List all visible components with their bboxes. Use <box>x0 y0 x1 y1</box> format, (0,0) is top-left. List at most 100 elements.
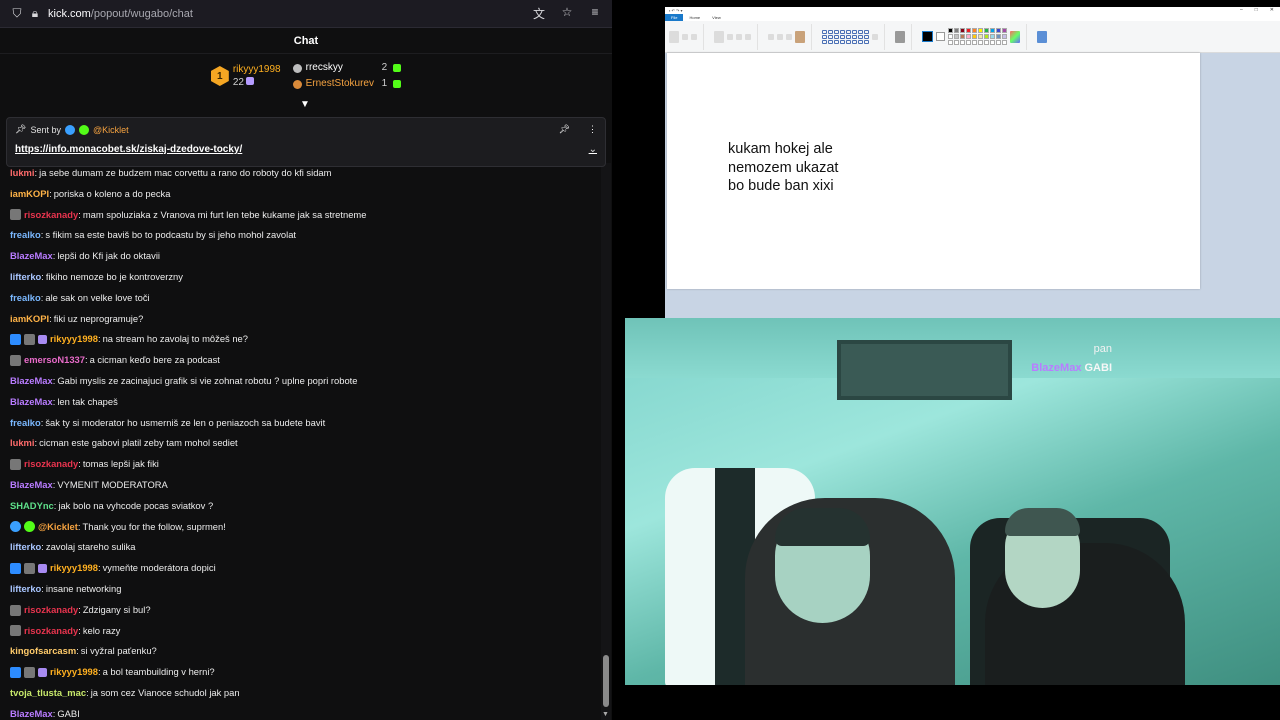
palette-swatch[interactable] <box>972 28 977 33</box>
bookmark-star-icon[interactable]: ☆ <box>558 5 576 22</box>
pencil-icon[interactable] <box>768 33 774 40</box>
palette-swatch[interactable] <box>1002 28 1007 33</box>
palette-swatch[interactable] <box>966 40 971 45</box>
chat-username[interactable]: risozkanady <box>24 205 78 226</box>
chat-username[interactable]: rikyyy1998 <box>50 662 98 683</box>
chat-username[interactable]: risozkanady <box>24 621 78 642</box>
close-icon[interactable]: ✕ <box>1270 7 1274 13</box>
palette-swatch[interactable] <box>978 34 983 39</box>
palette-swatch[interactable] <box>984 40 989 45</box>
chat-username[interactable]: emersoN1337 <box>24 350 85 371</box>
chat-username[interactable]: BlazeMax <box>10 475 53 496</box>
select-icon[interactable] <box>714 30 724 43</box>
palette-swatch[interactable] <box>990 40 995 45</box>
unpin-icon[interactable]: 📌︎ <box>559 124 570 135</box>
chat-username[interactable]: BlazeMax <box>10 371 53 392</box>
chevron-down-icon[interactable]: ⌄ <box>589 144 597 155</box>
fill-icon[interactable] <box>777 33 783 40</box>
chat-username[interactable]: rikyyy1998 <box>50 329 98 350</box>
color-2-swatch[interactable] <box>936 32 945 41</box>
leaderboard-second[interactable]: rrecskyy 2 <box>292 60 402 76</box>
palette-swatch[interactable] <box>1002 40 1007 45</box>
palette-swatch[interactable] <box>990 34 995 39</box>
palette-swatch[interactable] <box>960 40 965 45</box>
palette-swatch[interactable] <box>948 40 953 45</box>
chat-username[interactable]: BlazeMax <box>10 392 53 413</box>
paint-3d-icon[interactable] <box>1037 30 1047 43</box>
menu-icon[interactable]: ≡ <box>586 5 604 22</box>
minimize-icon[interactable]: – <box>1240 7 1243 13</box>
palette-swatch[interactable] <box>948 28 953 33</box>
palette-swatch[interactable] <box>960 34 965 39</box>
maximize-icon[interactable]: □ <box>1255 7 1258 13</box>
palette-swatch[interactable] <box>972 40 977 45</box>
translate-icon[interactable]: 文 <box>530 5 548 22</box>
palette-swatch[interactable] <box>954 34 959 39</box>
chat-username[interactable]: risozkanady <box>24 454 78 475</box>
chat-username[interactable]: lifterko <box>10 537 41 558</box>
chat-username[interactable]: frealko <box>10 288 41 309</box>
chat-username[interactable]: frealko <box>10 225 41 246</box>
collapse-leaderboard-icon[interactable]: ▼ <box>300 99 310 110</box>
chat-scrollbar[interactable]: ▼ <box>601 163 611 720</box>
chat-username[interactable]: SHADYnc <box>10 496 54 517</box>
pinned-author[interactable]: @Kicklet <box>93 125 129 135</box>
chat-username[interactable]: lifterko <box>10 267 41 288</box>
chat-username[interactable]: rikyyy1998 <box>50 558 98 579</box>
outline-icon[interactable] <box>872 33 878 40</box>
palette-swatch[interactable] <box>954 28 959 33</box>
palette-swatch[interactable] <box>1002 34 1007 39</box>
brushes-icon[interactable] <box>795 30 805 43</box>
chat-username[interactable]: tvoja_tlusta_mac <box>10 683 86 704</box>
palette-swatch[interactable] <box>984 28 989 33</box>
palette-swatch[interactable] <box>972 34 977 39</box>
palette-swatch[interactable] <box>978 28 983 33</box>
leaderboard-first[interactable]: 1 rikyyy1998 22 <box>210 63 281 89</box>
shield-icon[interactable]: ⛉ <box>8 6 26 21</box>
palette-swatch[interactable] <box>966 28 971 33</box>
chat-username[interactable]: kingofsarcasm <box>10 641 76 662</box>
palette-swatch[interactable] <box>978 40 983 45</box>
palette-swatch[interactable] <box>960 28 965 33</box>
paste-icon[interactable] <box>669 30 679 43</box>
lock-icon[interactable]: 🔒︎ <box>26 6 44 21</box>
palette-swatch[interactable] <box>996 34 1001 39</box>
tab-home[interactable]: Home <box>683 14 706 21</box>
cut-icon[interactable] <box>682 33 688 40</box>
chat-username[interactable]: lifterko <box>10 579 41 600</box>
copy-icon[interactable] <box>691 33 697 40</box>
chat-username[interactable]: iamKOPI <box>10 184 49 205</box>
leaderboard-third[interactable]: ErnestStokurev 1 <box>292 76 402 92</box>
shapes-gallery[interactable] <box>822 29 869 44</box>
chat-username[interactable]: BlazeMax <box>10 246 53 267</box>
edit-colors-icon[interactable] <box>1010 30 1020 43</box>
scroll-down-arrow-icon[interactable]: ▼ <box>602 711 609 718</box>
drawing-canvas[interactable]: kukam hokej ale nemozem ukazat bo bude b… <box>667 53 1200 289</box>
scrollbar-thumb[interactable] <box>603 655 609 707</box>
chat-username[interactable]: iamKOPI <box>10 309 49 330</box>
chat-username[interactable]: risozkanady <box>24 600 78 621</box>
crop-icon[interactable] <box>727 33 733 40</box>
palette-swatch[interactable] <box>996 28 1001 33</box>
size-icon[interactable] <box>895 30 905 43</box>
url-bar[interactable]: ⛉ 🔒︎ kick.com/popout/wugabo/chat 文 ☆ ≡ <box>0 0 612 28</box>
url-text[interactable]: kick.com/popout/wugabo/chat <box>48 8 530 20</box>
tab-file[interactable]: File <box>665 14 684 21</box>
palette-swatch[interactable] <box>954 40 959 45</box>
palette-swatch[interactable] <box>966 34 971 39</box>
color-palette[interactable] <box>948 28 1007 45</box>
palette-swatch[interactable] <box>990 28 995 33</box>
palette-swatch[interactable] <box>996 40 1001 45</box>
chat-username[interactable]: lukmi <box>10 433 35 454</box>
chat-username[interactable]: frealko <box>10 413 41 434</box>
palette-swatch[interactable] <box>984 34 989 39</box>
resize-icon[interactable] <box>736 33 742 40</box>
more-options-icon[interactable]: ⋮ <box>588 124 597 135</box>
palette-swatch[interactable] <box>948 34 953 39</box>
tab-view[interactable]: View <box>706 14 727 21</box>
chat-username[interactable]: @Kicklet <box>38 517 78 538</box>
rotate-icon[interactable] <box>745 33 751 40</box>
text-tool-icon[interactable] <box>786 33 792 40</box>
chat-username[interactable]: BlazeMax <box>10 704 53 720</box>
pinned-link[interactable]: https://info.monacobet.sk/ziskaj-dzedove… <box>15 144 242 155</box>
